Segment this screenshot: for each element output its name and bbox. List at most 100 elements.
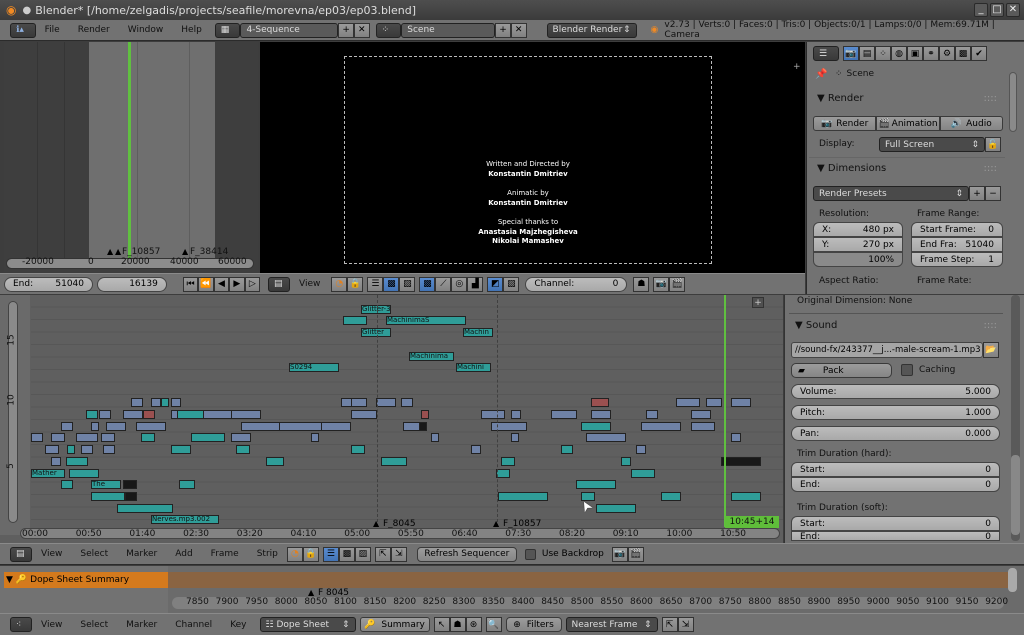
sequence-strip[interactable] <box>61 421 73 431</box>
jump-start-icon[interactable]: ⏮ <box>182 276 199 292</box>
menu-channel[interactable]: Channel <box>166 620 221 630</box>
sequence-strip[interactable] <box>91 491 125 501</box>
sequencer-view-icon[interactable]: ☰ <box>322 546 339 562</box>
add-scene-icon[interactable]: + <box>495 22 511 38</box>
render-animation-icon[interactable]: 🎬 <box>669 276 686 292</box>
volume-field[interactable]: Volume: 5.000 <box>791 384 1000 399</box>
sequence-strip[interactable] <box>179 480 195 490</box>
menu-view[interactable]: View <box>32 549 71 559</box>
pie-icon[interactable]: ◔ <box>331 276 348 292</box>
sequence-strip[interactable] <box>351 445 365 455</box>
sequence-strip[interactable] <box>141 433 155 443</box>
pan-field[interactable]: Pan: 0.000 <box>791 426 1000 441</box>
only-errors-icon[interactable]: ⊛ <box>465 617 482 632</box>
sequence-strip[interactable] <box>351 410 377 419</box>
sound-filepath-field[interactable]: //sound-fx/243377__j...-male-scream-1.mp… <box>791 342 983 358</box>
tab-scene-icon[interactable]: ⁘ <box>875 46 891 61</box>
frame-step-field[interactable]: Frame Step: 1 <box>911 252 1003 267</box>
sequence-strip[interactable]: Machini <box>456 363 491 373</box>
menu-view[interactable]: View <box>290 279 329 289</box>
trim-soft-end-field[interactable]: End: 0 <box>791 531 1000 541</box>
tab-layers-icon[interactable]: ▤ <box>859 46 875 61</box>
sequence-strip[interactable] <box>661 491 681 501</box>
menu-strip[interactable]: Strip <box>248 549 287 559</box>
sequence-strip[interactable] <box>131 398 143 408</box>
sequence-strip[interactable]: S0294 <box>289 363 339 373</box>
paste-keys-icon[interactable]: ⇲ <box>677 617 694 632</box>
sequence-strip[interactable]: Mather <box>31 468 65 478</box>
pin-icon[interactable]: 📌 <box>815 69 827 80</box>
render-still-icon[interactable]: 📷 <box>611 546 628 562</box>
tab-particles-icon[interactable]: ✔ <box>971 46 987 61</box>
strips-area[interactable]: Glitter-3 MachinimaS Glitter Machin Machinim… <box>31 295 783 527</box>
sequence-strip[interactable] <box>641 421 681 431</box>
add-region-icon[interactable]: + <box>793 62 801 72</box>
sequence-strip[interactable] <box>561 445 573 455</box>
drag-handle-icon[interactable]: :::: <box>984 320 997 331</box>
dopesheet-editor[interactable]: ▼ 🔑 Dope Sheet Summary ▲ F 8045 7850 7900… <box>0 566 1024 613</box>
sequence-strip[interactable] <box>76 433 98 443</box>
filters-button[interactable]: ⊕ Filters <box>505 617 562 632</box>
sequence-strip[interactable]: Nerves.mp3.002 <box>151 515 219 525</box>
tab-texture-icon[interactable]: ▩ <box>955 46 971 61</box>
sequence-strip[interactable] <box>646 410 658 419</box>
menu-key[interactable]: Key <box>221 620 255 630</box>
vectorscope-icon[interactable]: ◎ <box>451 276 468 292</box>
sequence-strip[interactable] <box>101 433 115 443</box>
sequence-strip[interactable] <box>311 433 319 443</box>
resolution-y-field[interactable]: Y: 270 px <box>813 237 903 252</box>
sequence-strip[interactable] <box>621 456 631 466</box>
sequence-strip[interactable] <box>231 433 251 443</box>
sequence-strip[interactable] <box>51 433 65 443</box>
paste-icon[interactable]: ⇲ <box>390 546 407 562</box>
screen-layout-icon[interactable]: ▦ <box>214 22 241 38</box>
sequence-strip[interactable] <box>103 445 115 455</box>
sequence-strip[interactable] <box>31 433 43 443</box>
show-hidden-icon[interactable]: ☗ <box>449 617 466 632</box>
sequence-strip[interactable] <box>67 445 75 455</box>
sequencer-preview[interactable]: Written and Directed by Konstantin Dmitr… <box>260 42 805 273</box>
search-filter-icon[interactable]: 🔍 <box>485 617 502 632</box>
menu-file[interactable]: File <box>36 25 69 35</box>
channel-field[interactable]: Channel: 0 <box>525 276 628 292</box>
marker-icon[interactable]: ▲ <box>493 519 499 528</box>
play-icon[interactable]: ▶ <box>229 276 245 292</box>
display-dropdown[interactable]: Full Screen ⇕ <box>879 137 985 152</box>
sequence-strip[interactable] <box>45 445 59 455</box>
marker-icon[interactable]: ▲ <box>373 519 379 528</box>
caching-checkbox[interactable] <box>901 364 913 376</box>
lock-icon[interactable]: 🔒 <box>347 276 364 292</box>
alpha-channel-icon[interactable]: ▨ <box>503 276 520 292</box>
sequence-strip[interactable] <box>236 445 250 455</box>
editor-type-dopesheet-icon[interactable]: ⁖ <box>10 617 32 632</box>
sequence-strip[interactable]: The <box>91 480 121 490</box>
menu-help[interactable]: Help <box>172 25 211 35</box>
sequence-strip[interactable] <box>706 398 722 408</box>
color-channels-icon[interactable]: ◩ <box>487 276 504 292</box>
sequence-strip[interactable] <box>419 421 427 431</box>
sequence-strip[interactable]: Machinima <box>409 351 454 361</box>
sequence-strip[interactable] <box>501 456 515 466</box>
trim-soft-start-field[interactable]: Start: 0 <box>791 516 1000 531</box>
render-panel-header[interactable]: ▼ Render:::: <box>809 87 1005 109</box>
sequence-strip[interactable] <box>123 480 137 490</box>
menu-marker[interactable]: Marker <box>117 549 166 559</box>
sequence-strip[interactable] <box>631 468 655 478</box>
sequence-strip[interactable] <box>351 398 367 408</box>
current-frame-field[interactable]: 16139 <box>97 276 167 292</box>
sequencer-editor[interactable]: 15 10 5 Glitter-3 MachinimaS Glitter Machin… <box>0 295 783 543</box>
sequence-strip[interactable] <box>691 421 715 431</box>
render-animation-icon[interactable]: 🎬 <box>627 546 644 562</box>
sequence-strip[interactable] <box>61 480 73 490</box>
waveform-icon[interactable]: ⟋ <box>435 276 452 292</box>
seq-preview-view-icon[interactable]: ▨ <box>399 276 416 292</box>
sequence-strip[interactable] <box>143 410 155 419</box>
sequence-strip[interactable] <box>191 433 225 443</box>
summary-toggle[interactable]: 🔑 Summary <box>359 617 430 632</box>
snap-dropdown[interactable]: Nearest Frame ⇕ <box>565 617 658 632</box>
sequence-strip[interactable] <box>401 398 413 408</box>
sequence-strip[interactable] <box>69 468 99 478</box>
sequence-strip[interactable] <box>721 456 761 466</box>
sequence-strip[interactable] <box>731 491 761 501</box>
sequence-strip[interactable]: MachinimaS <box>386 316 466 326</box>
